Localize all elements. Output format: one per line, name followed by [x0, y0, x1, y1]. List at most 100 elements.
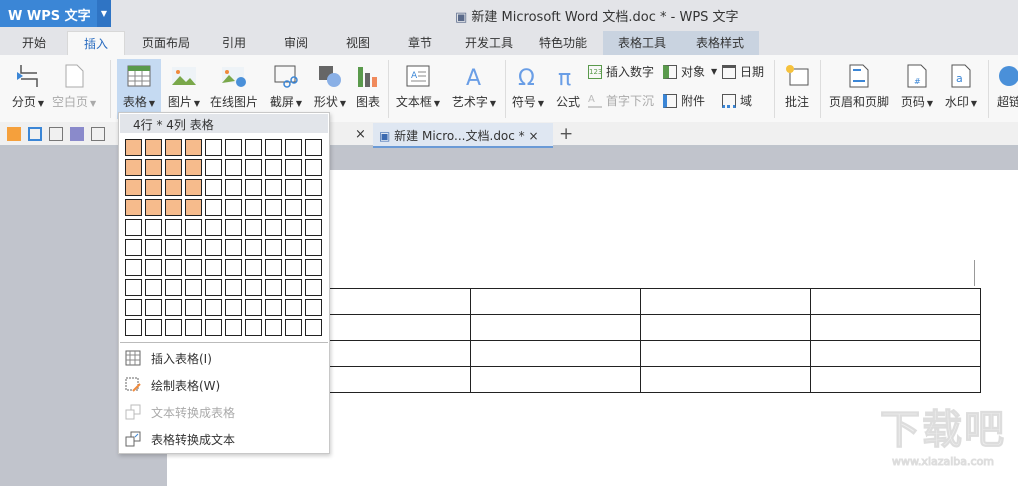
grid-cell[interactable] — [125, 259, 142, 276]
table-to-text-item[interactable]: 表格转换成文本 — [125, 428, 235, 450]
grid-cell[interactable] — [165, 319, 182, 336]
new-tab-button[interactable]: + — [559, 124, 573, 144]
tab-review[interactable]: 审阅 — [272, 31, 320, 55]
grid-cell[interactable] — [185, 199, 202, 216]
grid-cell[interactable] — [185, 319, 202, 336]
insert-table-item[interactable]: 插入表格(I) — [125, 347, 212, 369]
grid-cell[interactable] — [285, 219, 302, 236]
online-picture-button[interactable]: 在线图片 — [207, 59, 261, 119]
prev-tab-close[interactable]: × — [355, 127, 366, 142]
grid-cell[interactable] — [305, 159, 322, 176]
grid-cell[interactable] — [205, 179, 222, 196]
tab-start[interactable]: 开始 — [10, 31, 58, 55]
grid-cell[interactable] — [305, 319, 322, 336]
attachment-button[interactable]: 附件 — [663, 92, 705, 109]
grid-cell[interactable] — [245, 139, 262, 156]
grid-cell[interactable] — [145, 139, 162, 156]
grid-cell[interactable] — [125, 199, 142, 216]
shape-button[interactable]: 形状 ▼ — [308, 59, 352, 119]
print-preview-icon[interactable] — [91, 127, 105, 141]
grid-cell[interactable] — [225, 219, 242, 236]
grid-cell[interactable] — [145, 199, 162, 216]
grid-cell[interactable] — [265, 239, 282, 256]
grid-cell[interactable] — [225, 259, 242, 276]
comment-button[interactable]: 批注 — [780, 59, 814, 119]
document-table[interactable] — [300, 288, 981, 393]
drop-cap-button[interactable]: A 首字下沉 — [588, 92, 654, 109]
grid-cell[interactable] — [265, 279, 282, 296]
grid-cell[interactable] — [245, 239, 262, 256]
close-tab-icon[interactable]: × — [529, 129, 539, 143]
grid-cell[interactable] — [185, 139, 202, 156]
grid-cell[interactable] — [165, 159, 182, 176]
grid-cell[interactable] — [205, 139, 222, 156]
tab-table-style[interactable]: 表格样式 — [681, 31, 759, 55]
tab-references[interactable]: 引用 — [210, 31, 258, 55]
grid-cell[interactable] — [165, 299, 182, 316]
grid-cell[interactable] — [245, 259, 262, 276]
grid-cell[interactable] — [185, 159, 202, 176]
grid-cell[interactable] — [245, 199, 262, 216]
grid-cell[interactable] — [285, 319, 302, 336]
field-button[interactable]: 域 — [722, 92, 752, 109]
grid-cell[interactable] — [265, 139, 282, 156]
grid-cell[interactable] — [125, 219, 142, 236]
grid-cell[interactable] — [145, 239, 162, 256]
export-pdf-icon[interactable] — [49, 127, 63, 141]
grid-cell[interactable] — [145, 319, 162, 336]
grid-cell[interactable] — [225, 279, 242, 296]
grid-cell[interactable] — [205, 279, 222, 296]
hyperlink-button[interactable]: 超链 — [994, 59, 1018, 119]
grid-cell[interactable] — [125, 279, 142, 296]
formula-button[interactable]: π 公式 — [552, 59, 584, 119]
print-icon[interactable] — [70, 127, 84, 141]
grid-cell[interactable] — [145, 279, 162, 296]
app-menu-button[interactable]: W WPS 文字 — [0, 0, 97, 27]
tab-table-tools[interactable]: 表格工具 — [603, 31, 681, 55]
grid-cell[interactable] — [225, 239, 242, 256]
grid-cell[interactable] — [125, 299, 142, 316]
grid-cell[interactable] — [265, 179, 282, 196]
grid-cell[interactable] — [245, 279, 262, 296]
draw-table-item[interactable]: 绘制表格(W) — [125, 374, 220, 396]
grid-cell[interactable] — [285, 179, 302, 196]
screenshot-button[interactable]: 截屏 ▼ — [264, 59, 308, 119]
grid-cell[interactable] — [225, 179, 242, 196]
grid-cell[interactable] — [225, 199, 242, 216]
grid-cell[interactable] — [265, 259, 282, 276]
object-button[interactable]: 对象 ▼ — [663, 63, 717, 80]
grid-cell[interactable] — [145, 179, 162, 196]
grid-cell[interactable] — [125, 179, 142, 196]
grid-cell[interactable] — [305, 179, 322, 196]
tab-developer[interactable]: 开发工具 — [458, 31, 520, 55]
grid-cell[interactable] — [265, 159, 282, 176]
grid-cell[interactable] — [205, 259, 222, 276]
grid-cell[interactable] — [165, 179, 182, 196]
grid-cell[interactable] — [205, 159, 222, 176]
tab-section[interactable]: 章节 — [396, 31, 444, 55]
page-number-button[interactable]: # 页码 ▼ — [896, 59, 938, 119]
grid-cell[interactable] — [305, 239, 322, 256]
grid-cell[interactable] — [285, 239, 302, 256]
page-break-button[interactable]: 分页 ▼ — [6, 59, 50, 119]
tab-view[interactable]: 视图 — [334, 31, 382, 55]
grid-cell[interactable] — [145, 299, 162, 316]
tab-page-layout[interactable]: 页面布局 — [135, 31, 197, 55]
save-icon[interactable] — [28, 127, 42, 141]
grid-cell[interactable] — [185, 299, 202, 316]
grid-cell[interactable] — [285, 259, 302, 276]
header-footer-button[interactable]: 页眉和页脚 — [826, 59, 892, 119]
grid-cell[interactable] — [205, 299, 222, 316]
grid-cell[interactable] — [185, 219, 202, 236]
tab-insert[interactable]: 插入 — [67, 31, 125, 55]
grid-cell[interactable] — [305, 219, 322, 236]
grid-cell[interactable] — [165, 279, 182, 296]
grid-cell[interactable] — [225, 139, 242, 156]
grid-cell[interactable] — [185, 179, 202, 196]
grid-cell[interactable] — [145, 219, 162, 236]
chart-button[interactable]: 图表 — [352, 59, 384, 119]
grid-cell[interactable] — [245, 219, 262, 236]
app-menu-dropdown[interactable]: ▼ — [97, 0, 111, 27]
blank-page-button[interactable]: 空白页 ▼ — [52, 59, 96, 119]
open-icon[interactable] — [7, 127, 21, 141]
